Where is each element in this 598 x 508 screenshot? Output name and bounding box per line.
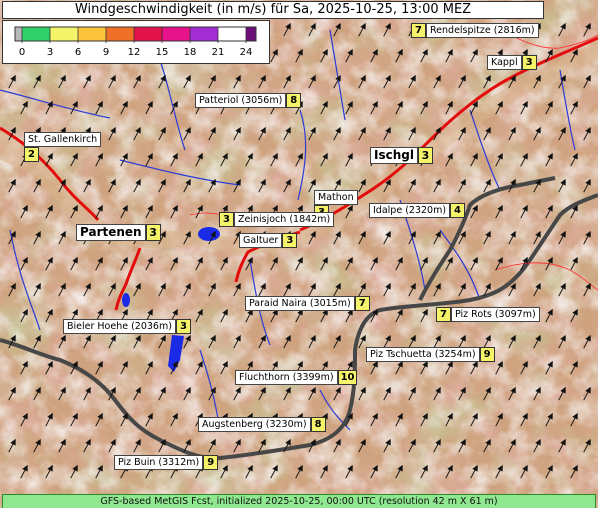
wind-speed-value: 3 [145, 223, 161, 241]
legend-swatch [246, 27, 256, 41]
wind-speed-value: 4 [450, 202, 466, 218]
legend-swatch [50, 27, 78, 41]
legend-tick-label: 12 [128, 47, 141, 58]
location-marker[interactable]: 7 Rendelspitze (2816m) [411, 22, 539, 38]
legend-swatch [78, 27, 106, 41]
location-name: Kappl [487, 54, 522, 70]
legend-tick-label: 9 [103, 47, 109, 58]
location-name: Fluchthorn (3399m) [235, 369, 338, 385]
wind-speed-value: 9 [479, 346, 495, 362]
location-marker[interactable]: Idalpe (2320m) 4 [369, 202, 466, 218]
location-name: Galtuer [239, 232, 283, 248]
location-marker[interactable]: Paraid Naira (3015m) 7 [245, 295, 370, 311]
location-marker[interactable]: St. Gallenkirch 2 [24, 132, 102, 162]
legend-tick-label: 0 [19, 47, 25, 58]
location-marker[interactable]: 3 Zeinisjoch (1842m) [219, 211, 335, 227]
map-footer: GFS-based MetGIS Fcst, initialized 2025-… [2, 494, 596, 508]
legend-swatch [190, 27, 218, 41]
location-marker[interactable]: 7 Piz Rots (3097m) [436, 306, 540, 322]
legend-swatch [22, 27, 50, 41]
wind-speed-value: 10 [337, 369, 358, 385]
wind-speed-value: 3 [175, 318, 191, 334]
wind-speed-value: 7 [436, 306, 451, 322]
wind-speed-legend: 0 3 6 9 12 15 18 21 24 [2, 20, 270, 64]
wind-speed-value: 7 [354, 295, 370, 311]
legend-tick-label: 3 [47, 47, 53, 58]
location-marker[interactable]: Galtuer 3 [239, 232, 298, 248]
wind-speed-value: 2 [24, 147, 39, 162]
wind-speed-value: 7 [411, 22, 426, 38]
wind-speed-value: 9 [203, 454, 219, 470]
weather-map: Windgeschwindigkeit (in m/s) für Sa, 202… [0, 0, 598, 508]
location-marker[interactable]: Piz Tschuetta (3254m) 9 [366, 346, 495, 362]
legend-swatch [106, 27, 134, 41]
legend-tick-label: 15 [156, 47, 169, 58]
wind-speed-value: 3 [417, 146, 433, 164]
legend-swatch [15, 27, 22, 41]
location-name: Patteriol (3056m) [195, 92, 287, 108]
location-name: Bieler Hoehe (2036m) [63, 318, 176, 334]
legend-swatch [134, 27, 162, 41]
location-marker[interactable]: Ischgl 3 [370, 146, 433, 164]
legend-tick-label: 6 [75, 47, 81, 58]
location-name: St. Gallenkirch [24, 132, 102, 147]
location-marker[interactable]: Bieler Hoehe (2036m) 3 [63, 318, 191, 334]
location-name: Ischgl [370, 146, 418, 164]
location-marker[interactable]: Piz Buin (3312m) 9 [114, 454, 219, 470]
legend-scale: 0 3 6 9 12 15 18 21 24 [14, 26, 257, 58]
location-name: Augstenberg (3230m) [198, 416, 311, 432]
location-marker[interactable]: Kappl 3 [487, 54, 537, 70]
location-marker[interactable]: Patteriol (3056m) 8 [195, 92, 302, 108]
wind-speed-value: 8 [310, 416, 326, 432]
legend-tick-label: 21 [212, 47, 225, 58]
location-name: Rendelspitze (2816m) [426, 22, 539, 38]
map-title: Windgeschwindigkeit (in m/s) für Sa, 202… [2, 1, 544, 19]
location-name: Paraid Naira (3015m) [245, 295, 355, 311]
location-name: Piz Tschuetta (3254m) [366, 346, 480, 362]
wind-speed-value: 3 [521, 54, 537, 70]
lake-kops [198, 227, 220, 241]
legend-tick-label: 18 [184, 47, 197, 58]
location-marker[interactable]: Augstenberg (3230m) 8 [198, 416, 326, 432]
wind-speed-value: 3 [282, 232, 298, 248]
location-name: Mathon [314, 190, 358, 205]
location-name: Piz Rots (3097m) [451, 306, 540, 322]
location-marker[interactable]: Fluchthorn (3399m) 10 [235, 369, 358, 385]
location-name: Partenen [76, 223, 146, 241]
location-name: Zeinisjoch (1842m) [234, 211, 335, 227]
wind-speed-value: 3 [219, 211, 234, 227]
location-name: Piz Buin (3312m) [114, 454, 204, 470]
legend-tick-label: 24 [240, 47, 253, 58]
legend-swatch [162, 27, 190, 41]
lake-vermunt [122, 293, 130, 307]
location-name: Idalpe (2320m) [369, 202, 451, 218]
location-marker[interactable]: Partenen 3 [76, 223, 161, 241]
wind-speed-value: 8 [286, 92, 302, 108]
